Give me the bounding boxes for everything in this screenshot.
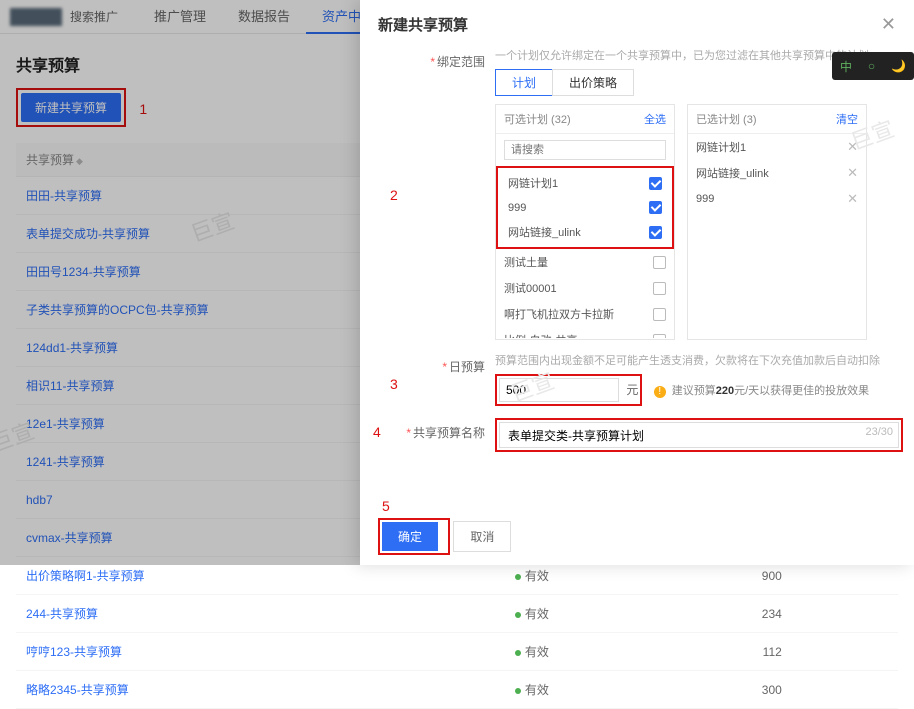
table-row: 哼哼123-共享预算有效112: [16, 633, 898, 671]
budget-hint: 预算范围内出现金额不足可能产生透支消费，欠款将在下次充值加款后自动扣除: [495, 352, 896, 368]
checkbox[interactable]: [653, 308, 666, 321]
drawer-title: 新建共享预算: [378, 14, 468, 35]
available-item[interactable]: 999: [500, 196, 670, 219]
name-label: 共享预算名称: [413, 426, 485, 440]
tab-bid[interactable]: 出价策略: [552, 69, 634, 96]
step-3-marker: 3: [390, 376, 398, 392]
remove-icon[interactable]: ✕: [847, 139, 858, 155]
float-toolbar[interactable]: 中 ○ 🌙: [832, 52, 914, 80]
row-budget: 112: [635, 633, 792, 671]
select-all-link[interactable]: 全选: [644, 111, 666, 127]
bind-label: 绑定范围: [437, 55, 485, 69]
left-panel-title: 可选计划 (32): [504, 111, 571, 127]
checkbox[interactable]: [653, 282, 666, 295]
panel-selected: 已选计划 (3) 清空 网链计划1✕网站链接_ulink✕999✕: [687, 104, 867, 340]
row-name[interactable]: 哼哼123-共享预算: [16, 633, 505, 671]
checkbox[interactable]: [653, 256, 666, 269]
budget-input[interactable]: [499, 378, 619, 402]
row-name[interactable]: 244-共享预算: [16, 595, 505, 633]
char-counter: 23/30: [865, 426, 893, 438]
tool-circle[interactable]: ○: [868, 59, 875, 73]
row-status: 有效: [505, 595, 635, 633]
step-2-marker: 2: [390, 187, 398, 203]
close-icon[interactable]: ✕: [881, 14, 896, 35]
search-box: [504, 140, 666, 160]
row-budget: 300: [635, 671, 792, 709]
selected-item: 网站链接_ulink✕: [688, 160, 866, 186]
checkbox[interactable]: [649, 201, 662, 214]
remove-icon[interactable]: ✕: [847, 191, 858, 207]
create-drawer: 新建共享预算 ✕ *绑定范围 一个计划仅允许绑定在一个共享预算中，已为您过滤在其…: [360, 0, 914, 565]
tool-mid[interactable]: 中: [840, 58, 852, 75]
available-item[interactable]: 网站链接_ulink: [500, 219, 670, 245]
budget-label: 日预算: [449, 360, 485, 374]
clear-link[interactable]: 清空: [836, 111, 858, 127]
warn-icon: !: [654, 386, 666, 398]
search-input[interactable]: [504, 140, 666, 160]
row-name[interactable]: 略略2345-共享预算: [16, 671, 505, 709]
row-status: 有效: [505, 633, 635, 671]
step-4-marker: 4: [373, 424, 381, 440]
checkbox[interactable]: [649, 226, 662, 239]
checkbox[interactable]: [653, 334, 666, 339]
available-item[interactable]: 网链计划1: [500, 170, 670, 196]
available-item[interactable]: 测试土量: [496, 249, 674, 275]
checkbox[interactable]: [649, 177, 662, 190]
step-5-marker: 5: [382, 498, 519, 514]
right-panel-title: 已选计划 (3): [696, 111, 757, 127]
confirm-button[interactable]: 确定: [382, 522, 438, 551]
budget-unit: 元: [626, 383, 638, 397]
remove-icon[interactable]: ✕: [847, 165, 858, 181]
budget-tip: ! 建议预算220元/天以获得更佳的投放效果: [654, 385, 869, 397]
name-input[interactable]: [499, 422, 899, 448]
table-row: 略略2345-共享预算有效300: [16, 671, 898, 709]
table-row: 244-共享预算有效234: [16, 595, 898, 633]
row-status: 有效: [505, 671, 635, 709]
available-item[interactable]: 啊打飞机拉双方卡拉斯: [496, 301, 674, 327]
available-item[interactable]: 测试00001: [496, 275, 674, 301]
selected-item: 999✕: [688, 186, 866, 212]
panel-available: 可选计划 (32) 全选 网链计划1999网站链接_ulink 测试土量测试000…: [495, 104, 675, 340]
row-budget: 234: [635, 595, 792, 633]
tool-moon-icon[interactable]: 🌙: [891, 59, 906, 73]
cancel-button[interactable]: 取消: [453, 521, 511, 552]
tab-plan[interactable]: 计划: [495, 69, 553, 96]
available-item[interactable]: 比例-白改-共享: [496, 327, 674, 338]
selected-item: 网链计划1✕: [688, 134, 866, 160]
